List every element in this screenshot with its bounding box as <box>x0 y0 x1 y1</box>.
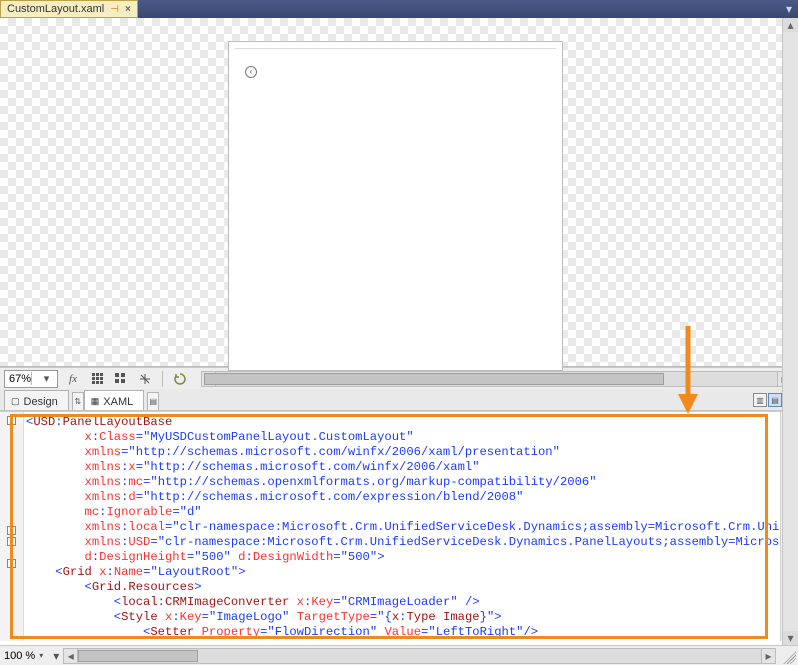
xaml-mini-icon: ▦ <box>91 396 100 407</box>
file-tab-customlayout[interactable]: CustomLayout.xaml ⊣ × <box>0 0 138 18</box>
designer-horizontal-scrollbar[interactable]: ◂ ▸ <box>201 371 792 387</box>
status-zoom: 100 % <box>4 650 35 662</box>
effects-toggle-icon[interactable]: fx <box>64 370 82 388</box>
close-icon[interactable]: × <box>125 4 131 15</box>
doc-outline-icon[interactable]: ▤ <box>147 392 159 410</box>
tab-design[interactable]: ▢ Design <box>4 390 69 410</box>
design-mini-icon: ▢ <box>11 396 20 407</box>
scroll-track[interactable] <box>783 32 798 631</box>
xaml-editor-pane: - ---- ----- - - - - <USD:PanelLayoutBas… <box>0 411 798 641</box>
tab-xaml-label: XAML <box>103 396 133 408</box>
fold-toggle-icon[interactable]: - <box>7 559 16 568</box>
designer-vertical-scrollbar[interactable]: ▴ ▾ <box>782 18 798 645</box>
scroll-left-icon[interactable]: ◂ <box>64 649 78 663</box>
scroll-down-icon[interactable]: ▾ <box>783 631 798 645</box>
file-tab-label: CustomLayout.xaml <box>7 3 104 15</box>
editor-horizontal-scrollbar[interactable]: ◂ ▸ <box>63 648 776 664</box>
design-surface[interactable]: ‹ <box>228 41 563 371</box>
chevron-down-icon[interactable]: ▾ <box>31 372 57 385</box>
chevron-down-icon[interactable]: ▾ <box>39 651 43 660</box>
document-tab-bar: CustomLayout.xaml ⊣ × ▾ <box>0 0 798 18</box>
status-bar: 100 % ▾ ▾ ◂ ▸ <box>0 645 798 665</box>
zoom-value: 67% <box>5 373 31 385</box>
fold-toggle-icon[interactable]: - <box>7 526 16 535</box>
tab-xaml[interactable]: ▦ XAML <box>84 390 144 410</box>
split-vertical-icon[interactable]: ▥ <box>753 393 767 407</box>
scroll-right-icon[interactable]: ▸ <box>761 649 775 663</box>
scroll-up-icon[interactable]: ▴ <box>783 18 798 32</box>
separator <box>162 371 163 387</box>
tag-glyph-icon[interactable]: ‹ <box>245 66 257 78</box>
snaplines-icon[interactable] <box>136 370 154 388</box>
zoom-combo[interactable]: 67% ▾ <box>4 370 58 388</box>
refresh-icon[interactable] <box>171 370 189 388</box>
active-files-dropdown-icon[interactable]: ▾ <box>780 0 798 18</box>
xaml-designer-canvas[interactable]: ‹ <box>0 18 798 367</box>
grid-small-icon[interactable] <box>88 370 106 388</box>
fold-toggle-icon[interactable]: - <box>7 416 16 425</box>
scroll-thumb[interactable] <box>204 373 664 385</box>
zoom-out-icon[interactable]: ▾ <box>53 649 59 663</box>
swap-panes-icon[interactable]: ⇅ <box>72 392 84 410</box>
xaml-code-editor[interactable]: <USD:PanelLayoutBase x:Class="MyUSDCusto… <box>24 412 780 641</box>
scroll-thumb[interactable] <box>78 650 198 662</box>
resize-grip-icon[interactable] <box>780 648 796 664</box>
snap-grid-icon[interactable] <box>112 370 130 388</box>
pin-icon[interactable]: ⊣ <box>110 4 119 15</box>
fold-toggle-icon[interactable]: - <box>7 537 16 546</box>
fold-gutter[interactable]: - ---- ----- - - - - <box>0 412 24 641</box>
designer-toolbar: 67% ▾ fx ◂ ▸ <box>0 367 798 389</box>
split-horizontal-icon[interactable]: ▤ <box>768 393 782 407</box>
tab-design-label: Design <box>24 396 58 408</box>
view-tab-row: ▢ Design ⇅ ▦ XAML ▤ ▥ ▤ ▣ <box>0 389 798 411</box>
